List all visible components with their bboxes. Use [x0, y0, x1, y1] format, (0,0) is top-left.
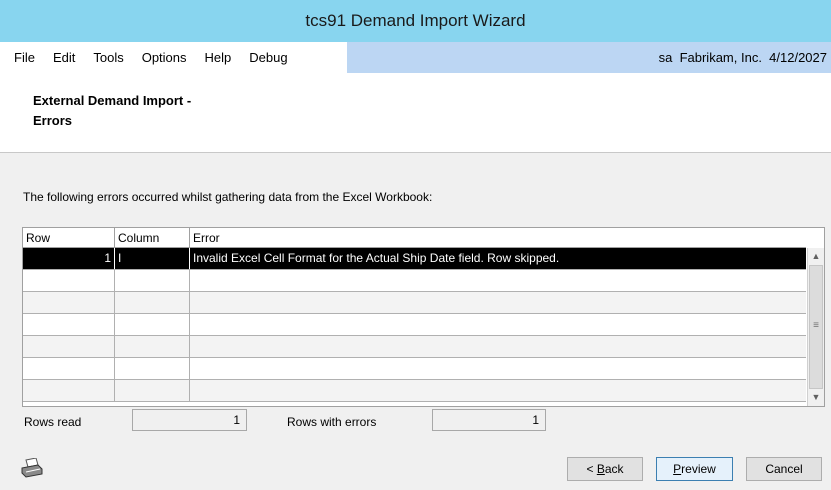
table-row[interactable] — [23, 314, 806, 336]
error-cell — [190, 336, 806, 357]
menu-items: File Edit Tools Options Help Debug — [0, 42, 347, 73]
row-number-cell — [23, 358, 115, 379]
column-cell — [115, 270, 190, 291]
error-message: The following errors occurred whilst gat… — [23, 190, 433, 204]
scroll-thumb[interactable]: ≡ — [809, 265, 823, 389]
column-cell — [115, 314, 190, 335]
header-panel: External Demand Import - Errors — [0, 73, 831, 153]
printer-icon[interactable] — [20, 458, 44, 478]
column-cell — [115, 336, 190, 357]
errors-grid[interactable]: Row Column Error 1 I Invalid Excel Cell … — [22, 227, 825, 407]
error-cell — [190, 314, 806, 335]
menu-bar: File Edit Tools Options Help Debug sa Fa… — [0, 42, 831, 73]
menu-options[interactable]: Options — [133, 42, 196, 73]
back-label-rest: ack — [604, 462, 624, 476]
rows-read-field: 1 — [132, 409, 247, 431]
error-cell — [190, 358, 806, 379]
row-number-cell — [23, 314, 115, 335]
preview-button[interactable]: Preview — [656, 457, 733, 481]
error-cell: Invalid Excel Cell Format for the Actual… — [193, 251, 560, 265]
page-title: External Demand Import - Errors — [33, 91, 253, 131]
back-button[interactable]: < Back — [567, 457, 643, 481]
row-number-cell — [23, 292, 115, 313]
error-cell — [190, 380, 806, 401]
preview-label-mnemonic: P — [673, 462, 682, 476]
row-number-cell — [23, 270, 115, 291]
column-cell — [115, 380, 190, 401]
menu-tools[interactable]: Tools — [84, 42, 132, 73]
preview-label-rest: review — [681, 462, 716, 476]
column-cell — [115, 292, 190, 313]
back-label-prefix: < — [586, 462, 597, 476]
grid-body: 1 I Invalid Excel Cell Format for the Ac… — [23, 248, 806, 406]
table-row[interactable] — [23, 358, 806, 380]
menu-edit[interactable]: Edit — [44, 42, 84, 73]
menu-debug[interactable]: Debug — [240, 42, 296, 73]
cancel-button[interactable]: Cancel — [746, 457, 822, 481]
row-number-cell: 1 — [23, 248, 115, 269]
error-cell — [190, 292, 806, 313]
user-company-date: sa Fabrikam, Inc. 4/12/2027 — [658, 50, 827, 65]
column-cell — [115, 358, 190, 379]
table-row[interactable] — [23, 336, 806, 358]
chevron-up-icon[interactable]: ▲ — [808, 248, 824, 265]
window-titlebar: tcs91 Demand Import Wizard — [0, 0, 831, 42]
grid-header: Row Column Error — [23, 228, 806, 248]
row-number-cell — [23, 380, 115, 401]
page-title-line1: External Demand Import - — [33, 93, 192, 108]
rows-read-label: Rows read — [24, 415, 82, 429]
back-label-mnemonic: B — [596, 462, 605, 476]
chevron-down-icon[interactable]: ▼ — [808, 389, 824, 406]
rows-with-errors-field: 1 — [432, 409, 546, 431]
row-number-cell — [23, 336, 115, 357]
column-cell: I — [115, 248, 190, 269]
menu-file[interactable]: File — [0, 42, 44, 73]
page-title-line2: Errors — [33, 113, 73, 128]
rows-with-errors-label: Rows with errors — [287, 415, 377, 429]
table-row[interactable] — [23, 270, 806, 292]
menu-help[interactable]: Help — [196, 42, 241, 73]
table-row[interactable] — [23, 380, 806, 402]
column-header-column[interactable]: Column — [115, 228, 190, 247]
table-row[interactable]: 1 I Invalid Excel Cell Format for the Ac… — [23, 248, 806, 270]
table-row[interactable] — [23, 292, 806, 314]
error-cell — [190, 270, 806, 291]
column-header-error[interactable]: Error — [190, 228, 806, 247]
grid-scrollbar[interactable]: ▲ ≡ ▼ — [807, 248, 824, 406]
column-header-row[interactable]: Row — [23, 228, 115, 247]
window-title: tcs91 Demand Import Wizard — [305, 11, 526, 30]
